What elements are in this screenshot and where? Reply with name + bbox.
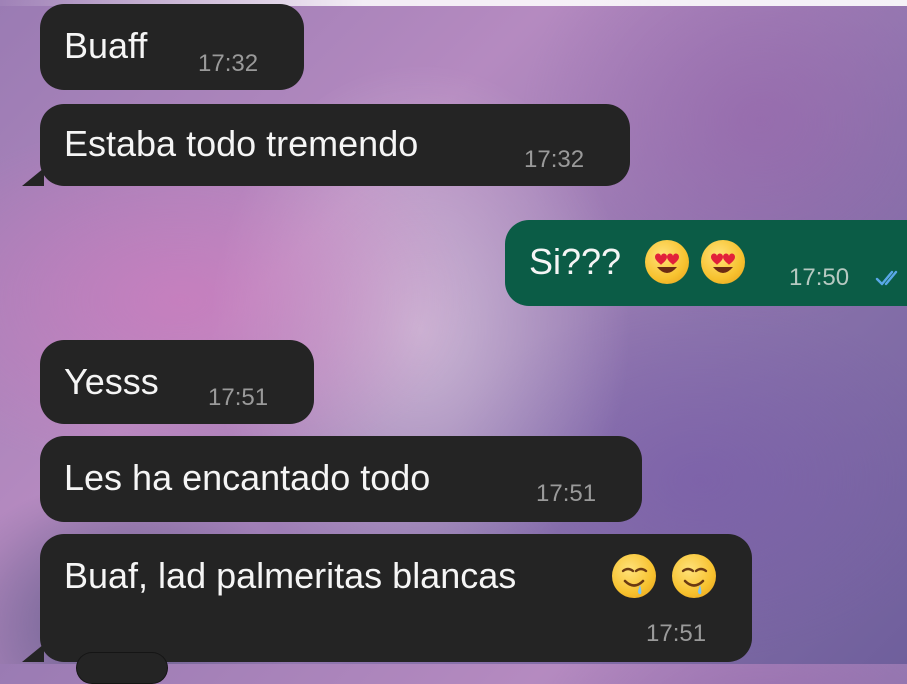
message-time: 17:51 <box>208 384 269 411</box>
message-bubble-incoming[interactable]: Estaba todo tremendo 17:32 <box>40 104 630 186</box>
message-text: Si??? <box>529 241 622 282</box>
message-time: 17:51 <box>646 620 707 647</box>
message-time: 17:32 <box>198 50 259 77</box>
message-bubble-outgoing[interactable]: Si??? 17:50 <box>505 220 907 306</box>
message-text: Buaf, lad palmeritas blancas <box>64 555 517 596</box>
drooling-face-emoji-icon <box>612 554 656 598</box>
message-time: 17:50 <box>789 264 850 291</box>
message-text: Buaff <box>64 25 148 66</box>
message-time: 17:51 <box>536 480 597 507</box>
heart-eyes-emoji-icon <box>645 240 689 284</box>
message-bubble-incoming[interactable]: Yesss 17:51 <box>40 340 314 424</box>
message-time: 17:32 <box>524 146 585 173</box>
double-check-icon <box>875 268 905 288</box>
message-bubble-incoming[interactable]: Buaff 17:32 <box>40 4 304 90</box>
drooling-face-emoji-icon <box>672 554 716 598</box>
message-bubble-incoming[interactable]: Les ha encantado todo 17:51 <box>40 436 642 522</box>
message-text: Estaba todo tremendo <box>64 123 419 164</box>
message-bubble-incoming[interactable]: Buaf, lad palmeritas blancas 17:51 <box>40 534 752 662</box>
message-text: Les ha encantado todo <box>64 457 431 498</box>
heart-eyes-emoji-icon <box>701 240 745 284</box>
message-text: Yesss <box>64 361 159 402</box>
next-message-bubble-edge <box>76 652 168 684</box>
